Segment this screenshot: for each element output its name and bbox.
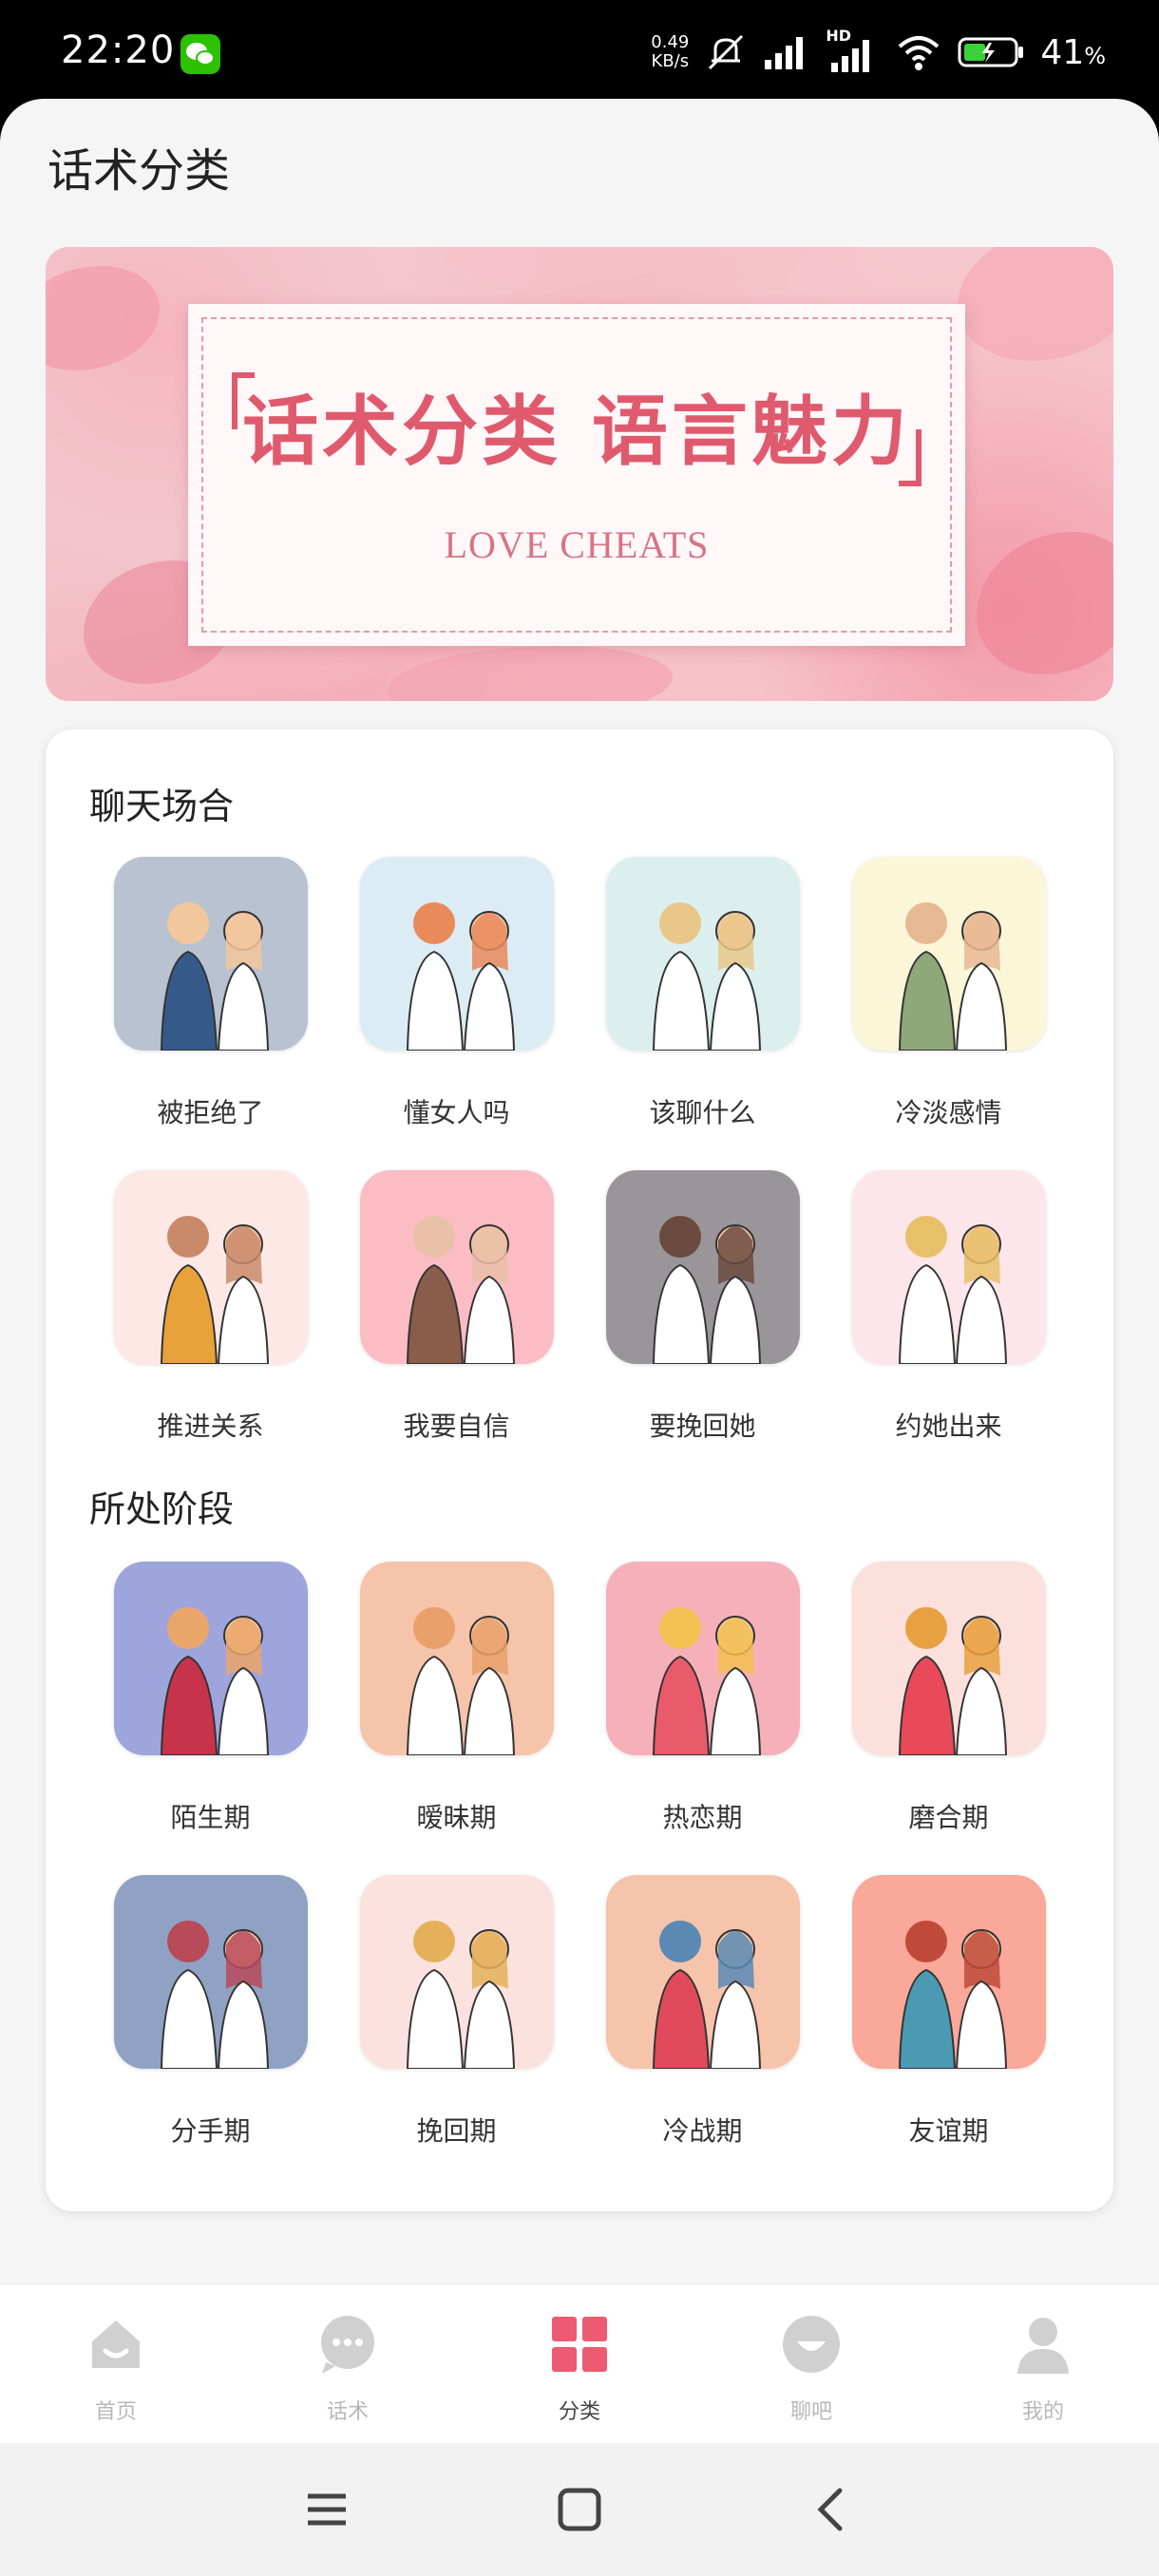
rose-petal: [445, 247, 692, 285]
category-item[interactable]: 推进关系: [87, 1170, 333, 1484]
network-speed: 0.49 KB/s: [651, 33, 689, 71]
category-illustration: [605, 1875, 800, 2069]
category-item[interactable]: 懂女人吗: [333, 857, 580, 1170]
nav-category[interactable]: 分类: [464, 2284, 695, 2443]
category-item[interactable]: 挽回期: [333, 1875, 580, 2188]
category-label: 热恋期: [662, 1802, 743, 1833]
category-item[interactable]: 被拒绝了: [87, 857, 333, 1170]
category-label: 我要自信: [403, 1411, 510, 1442]
battery-icon: [958, 37, 1024, 67]
app-screen: 话术分类 话术分类 语言魅力 LOVE CHEATS 聊天场合 被拒绝了 懂女人…: [0, 99, 1159, 2443]
profile-icon: [1017, 2318, 1069, 2374]
category-label: 陌生期: [170, 1802, 251, 1833]
battery-percent: 41: [1040, 32, 1085, 72]
category-item[interactable]: 暧昧期: [333, 1562, 580, 1875]
nav-label: 分类: [558, 2400, 600, 2424]
home-icon: [92, 2320, 140, 2368]
category-grid-stages: 陌生期 暧昧期 热恋期 磨合期 分手期 挽回期 冷战期 友谊期: [46, 1562, 1113, 2188]
page-title: 话术分类: [48, 144, 231, 198]
category-item[interactable]: 友谊期: [826, 1875, 1072, 2188]
category-item[interactable]: 约她出来: [826, 1170, 1072, 1484]
category-illustration: [113, 1875, 308, 2069]
category-label: 要挽回她: [649, 1411, 756, 1442]
category-illustration: [851, 857, 1046, 1051]
category-label: 约她出来: [895, 1411, 1002, 1442]
rose-petal: [388, 646, 673, 701]
category-label: 磨合期: [908, 1802, 989, 1833]
network-speed-unit: KB/s: [651, 51, 690, 71]
category-label: 冷淡感情: [895, 1097, 1002, 1128]
nav-label: 话术: [326, 2400, 369, 2424]
back-arrow-icon[interactable]: [804, 2481, 861, 2538]
wechat-notification-icon: [180, 34, 220, 74]
category-label: 冷战期: [662, 2115, 743, 2147]
section-title-chat-occasions: 聊天场合: [89, 786, 235, 827]
category-item[interactable]: 要挽回她: [580, 1170, 826, 1484]
menu-icon[interactable]: [298, 2481, 355, 2538]
category-illustration: [113, 1170, 308, 1364]
category-illustration: [851, 1562, 1046, 1755]
signal-hd-icon: HD: [826, 27, 881, 74]
category-illustration: [605, 1562, 800, 1755]
system-nav-bar: [0, 2443, 1159, 2576]
status-time: 22:20: [61, 28, 176, 72]
banner-subtitle: LOVE CHEATS: [444, 523, 710, 566]
category-item[interactable]: 冷淡感情: [826, 857, 1072, 1170]
nav-chat-bar[interactable]: 聊吧: [695, 2284, 927, 2443]
home-square-icon[interactable]: [551, 2481, 608, 2538]
category-label: 推进关系: [157, 1411, 264, 1442]
category-label: 友谊期: [908, 2115, 989, 2147]
nav-label: 我的: [1021, 2400, 1064, 2424]
rose-petal: [958, 247, 1113, 361]
category-label: 懂女人吗: [403, 1097, 510, 1128]
rose-petal: [977, 532, 1113, 674]
banner-card: 话术分类 语言魅力 LOVE CHEATS: [188, 304, 965, 646]
category-grid-icon: [552, 2317, 607, 2372]
category-illustration: [851, 1875, 1046, 2069]
category-grid-occasions: 被拒绝了 懂女人吗 该聊什么 冷淡感情 推进关系 我要自信 要挽回她 约她出来: [46, 857, 1113, 1484]
bottom-nav: 首页 话术 分类 聊吧 我的: [0, 2283, 1159, 2443]
rose-petal: [46, 266, 160, 370]
smile-icon: [783, 2316, 840, 2373]
category-illustration: [113, 857, 308, 1051]
category-item[interactable]: 磨合期: [826, 1562, 1072, 1875]
nav-home[interactable]: 首页: [0, 2284, 232, 2443]
category-card: 聊天场合 被拒绝了 懂女人吗 该聊什么 冷淡感情 推进关系 我要自信 要挽回她 …: [46, 729, 1113, 2211]
category-illustration: [359, 1875, 554, 2069]
category-illustration: [359, 1170, 554, 1364]
category-illustration: [359, 857, 554, 1051]
category-item[interactable]: 分手期: [87, 1875, 333, 2188]
battery-level: 41%: [1040, 33, 1106, 72]
category-label: 暧昧期: [416, 1802, 497, 1833]
banner-headline: 话术分类 语言魅力: [242, 388, 911, 476]
chat-bubble-icon: [321, 2316, 374, 2374]
nav-profile[interactable]: 我的: [927, 2284, 1159, 2443]
category-item[interactable]: 我要自信: [333, 1170, 580, 1484]
category-item[interactable]: 该聊什么: [580, 857, 826, 1170]
category-label: 被拒绝了: [157, 1097, 264, 1128]
category-label: 该聊什么: [649, 1097, 756, 1128]
category-item[interactable]: 热恋期: [580, 1562, 826, 1875]
status-bar: 22:20 0.49 KB/s HD 41%: [0, 0, 1159, 106]
signal-icon: [765, 37, 804, 69]
nav-label: 聊吧: [789, 2400, 832, 2424]
category-illustration: [851, 1170, 1046, 1364]
category-label: 分手期: [170, 2115, 251, 2147]
network-speed-value: 0.49: [651, 32, 690, 52]
battery-unit: %: [1084, 42, 1106, 69]
category-illustration: [359, 1562, 554, 1755]
category-illustration: [605, 1170, 800, 1364]
nav-phrases[interactable]: 话术: [232, 2284, 464, 2443]
section-title-stages: 所处阶段: [89, 1488, 235, 1530]
category-item[interactable]: 陌生期: [87, 1562, 333, 1875]
status-icons: 0.49 KB/s HD 41%: [651, 27, 1106, 76]
mute-bell-icon: [709, 34, 744, 70]
category-illustration: [113, 1562, 308, 1755]
nav-label: 首页: [94, 2400, 137, 2424]
category-illustration: [605, 857, 800, 1051]
category-label: 挽回期: [416, 2115, 497, 2147]
banner[interactable]: 话术分类 语言魅力 LOVE CHEATS: [46, 247, 1113, 701]
category-item[interactable]: 冷战期: [580, 1875, 826, 2188]
wifi-icon: [899, 36, 940, 70]
